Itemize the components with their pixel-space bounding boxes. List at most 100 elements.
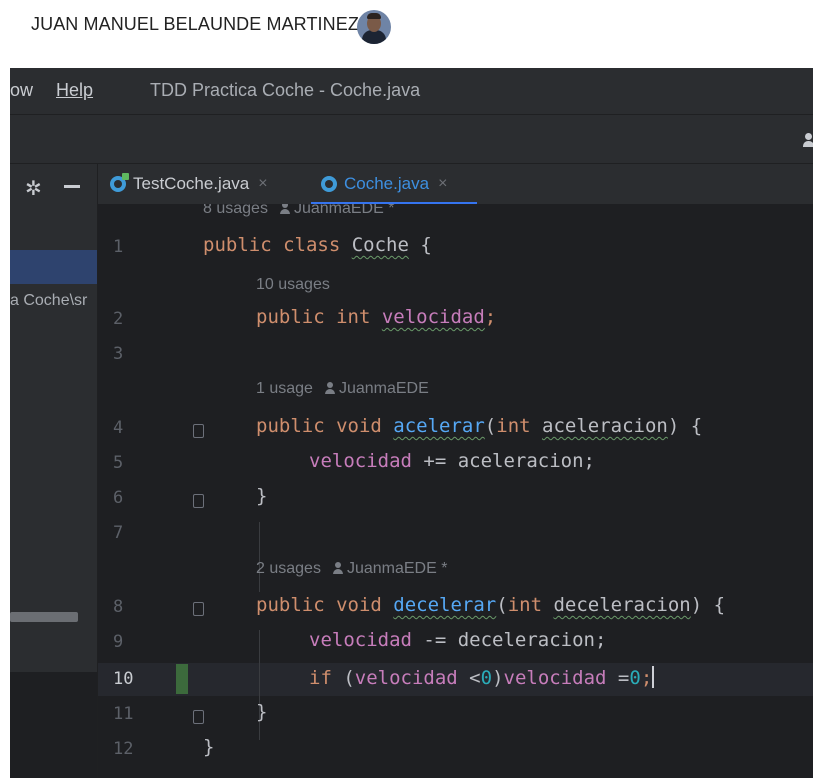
author-name: JuanmaEDE: [338, 380, 429, 397]
selected-tree-row[interactable]: [10, 250, 97, 284]
close-icon[interactable]: ×: [258, 175, 267, 193]
ide-window: ow Help TDD Practica Coche - Coche.java …: [10, 68, 813, 778]
line-number: 11: [113, 704, 134, 724]
usage-count: 10 usages: [256, 276, 330, 293]
user-name: JUAN MANUEL BELAUNDE MARTINEZ: [31, 14, 359, 34]
code-line-8[interactable]: public void decelerar(int deceleracion) …: [256, 594, 725, 616]
keyword: int: [507, 594, 554, 616]
code-text: =: [606, 667, 630, 689]
code-text: }: [203, 736, 215, 758]
java-class-icon: [321, 176, 337, 192]
indent-guide: [259, 630, 260, 740]
line-number: 5: [113, 453, 124, 473]
code-text: (: [343, 667, 355, 689]
fold-icon[interactable]: [193, 602, 204, 616]
code-line-1[interactable]: public class Coche {: [203, 234, 432, 256]
code-line-11[interactable]: }: [256, 701, 267, 723]
indent-guide: [259, 522, 260, 592]
avatar-body: [362, 30, 386, 44]
field-name: velocidad: [354, 667, 458, 689]
project-lower-area: [10, 672, 97, 778]
code-line-12[interactable]: }: [203, 736, 214, 758]
project-panel: ✲ a Coche\sr: [10, 164, 98, 778]
line-number: 6: [113, 488, 124, 508]
java-test-class-icon: [110, 173, 129, 192]
code-line-9[interactable]: velocidad -= deceleracion;: [309, 629, 606, 651]
project-path[interactable]: a Coche\sr: [10, 292, 87, 310]
usage-hint[interactable]: 10 usages: [256, 276, 330, 294]
usage-hint[interactable]: 1 usage JuanmaEDE: [256, 380, 429, 398]
usage-count: 1 usage: [256, 380, 313, 397]
author-icon: [332, 562, 343, 574]
code-text: }: [256, 701, 268, 723]
author-name: JuanmaEDE *: [346, 560, 448, 577]
keyword: public void: [256, 415, 394, 437]
code-editor[interactable]: 8 usages JuanmaEDE * 10 usages 1 usage Jua…: [98, 204, 813, 778]
fold-icon[interactable]: [193, 710, 204, 724]
tab-testcoche[interactable]: TestCoche.java ×: [110, 164, 268, 204]
class-name: Coche: [351, 234, 409, 256]
code-line-4[interactable]: public void acelerar(int aceleracion) {: [256, 415, 702, 437]
param-name: deceleracion: [553, 594, 691, 616]
line-number: 1: [113, 237, 124, 257]
code-text: ): [492, 667, 504, 689]
code-text: ) {: [667, 415, 703, 437]
text-caret: [652, 666, 655, 688]
close-icon[interactable]: ×: [438, 175, 447, 193]
tab-coche[interactable]: Coche.java ×: [311, 164, 477, 206]
line-number: 8: [113, 597, 124, 617]
toolbar: [10, 115, 813, 164]
line-number: 4: [113, 418, 124, 438]
code-text: {: [408, 234, 432, 256]
account-icon[interactable]: [803, 133, 813, 147]
code-text: += aceleracion;: [411, 450, 595, 472]
line-number: 3: [113, 344, 124, 364]
code-text: ) {: [690, 594, 726, 616]
number-literal: 0: [480, 667, 493, 689]
code-text: (: [484, 415, 497, 437]
field-name: velocidad: [309, 629, 412, 651]
field-name: velocidad: [503, 667, 607, 689]
usage-count: 2 usages: [256, 560, 321, 577]
menu-help-label: Help: [56, 80, 94, 100]
keyword: public int: [256, 306, 382, 328]
author-icon: [279, 204, 290, 214]
author-icon: [324, 382, 335, 394]
keyword: public void: [256, 594, 394, 616]
code-line-6[interactable]: }: [256, 485, 267, 507]
method-name: decelerar: [393, 594, 497, 616]
code-line-2[interactable]: public int velocidad;: [256, 306, 496, 328]
code-text: -= deceleracion;: [411, 629, 607, 651]
line-number: 9: [113, 632, 124, 652]
tab-label: TestCoche.java: [133, 174, 250, 193]
keyword: public class: [203, 234, 352, 256]
avatar-hair: [367, 13, 381, 19]
line-number: 12: [113, 739, 134, 759]
usage-hint[interactable]: 2 usages JuanmaEDE *: [256, 560, 447, 578]
menu-window[interactable]: ow: [10, 80, 33, 101]
field-name: velocidad: [381, 306, 485, 328]
change-marker: [176, 664, 188, 694]
tab-label: Coche.java: [344, 174, 430, 193]
line-number: 10: [113, 669, 134, 689]
code-text: <: [457, 667, 481, 689]
param-name: aceleracion: [542, 415, 668, 437]
method-name: acelerar: [393, 415, 485, 437]
keyword: int: [496, 415, 543, 437]
usage-count: 8 usages: [203, 204, 268, 217]
minimize-icon[interactable]: [64, 185, 80, 188]
code-line-5[interactable]: velocidad += aceleracion;: [309, 450, 595, 472]
horizontal-scrollbar[interactable]: [10, 612, 78, 622]
avatar[interactable]: [357, 10, 391, 44]
code-line-10[interactable]: if (velocidad <0)velocidad =0;: [309, 666, 655, 689]
fold-icon[interactable]: [193, 494, 204, 508]
fold-icon[interactable]: [193, 424, 204, 438]
code-text: (: [496, 594, 508, 616]
editor-tabs: TestCoche.java × Coche.java ×: [98, 164, 813, 206]
window-title: TDD Practica Coche - Coche.java: [150, 80, 421, 100]
menu-help[interactable]: Help: [56, 80, 93, 101]
code-text: }: [256, 485, 268, 507]
number-literal: 0: [629, 667, 641, 689]
gear-icon[interactable]: ✲: [25, 176, 42, 201]
usage-hint[interactable]: 8 usages JuanmaEDE *: [203, 204, 394, 218]
